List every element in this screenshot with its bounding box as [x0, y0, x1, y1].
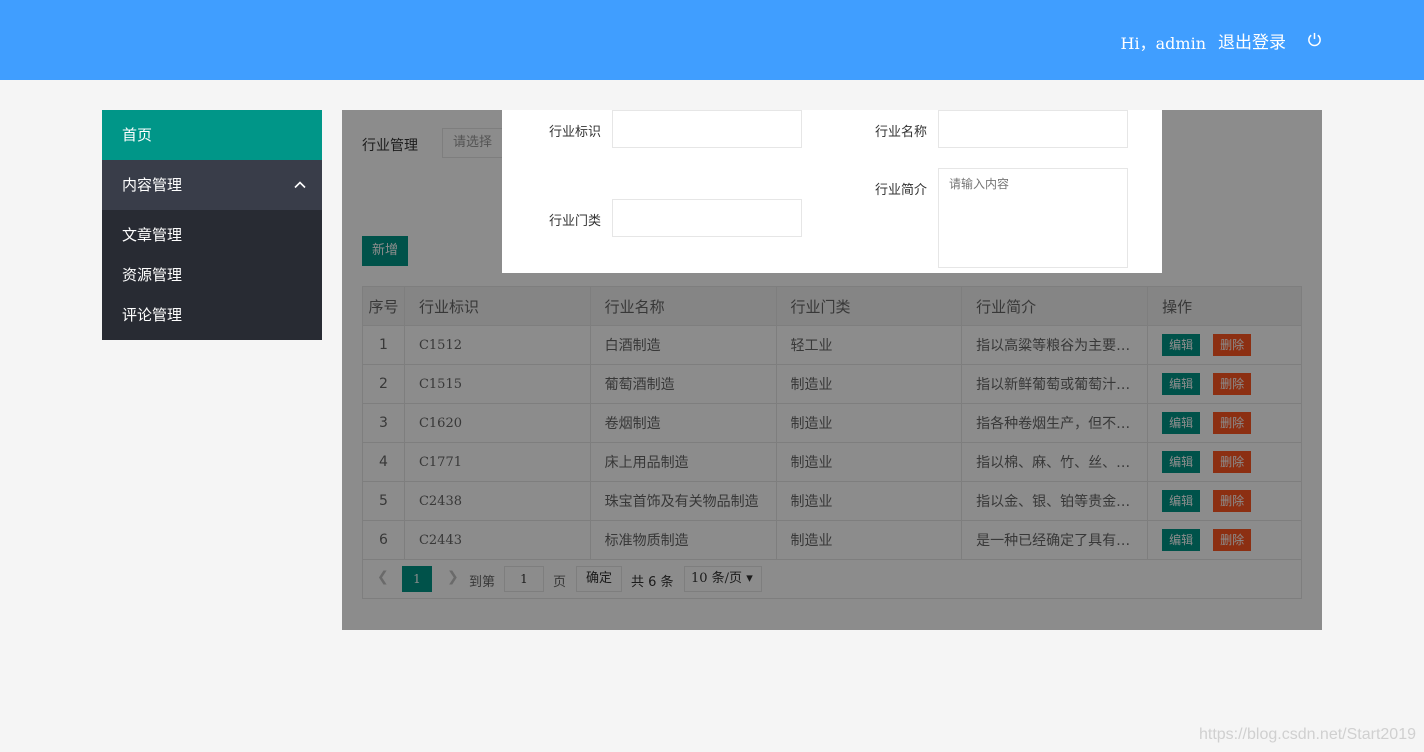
- nav-submenu: 文章管理 资源管理 评论管理: [102, 210, 322, 340]
- user-greeting: Hi，admin: [1120, 34, 1206, 53]
- nav-item-resources[interactable]: 资源管理: [102, 255, 322, 295]
- intro-textarea[interactable]: 请输入内容: [938, 168, 1128, 268]
- nav-item-articles[interactable]: 文章管理: [102, 215, 322, 255]
- logout-link[interactable]: 退出登录: [1218, 28, 1286, 53]
- code-label: 行业标识: [549, 125, 602, 140]
- category-input[interactable]: [612, 199, 802, 237]
- chevron-up-icon: [294, 181, 306, 189]
- watermark: https://blog.csdn.net/Start2019: [1198, 726, 1416, 743]
- sidebar: 首页 内容管理 文章管理 资源管理 评论管理: [102, 110, 322, 340]
- nav-group-content[interactable]: 内容管理: [102, 160, 322, 210]
- top-header: Hi，admin 退出登录: [0, 0, 1424, 80]
- name-label: 行业名称: [875, 125, 928, 140]
- name-input[interactable]: [938, 110, 1128, 148]
- intro-label: 行业简介: [875, 183, 928, 198]
- edit-industry-dialog: 行业标识 行业名称 行业门类 行业简介 请输入内容: [502, 110, 1162, 273]
- nav-item-comments[interactable]: 评论管理: [102, 295, 322, 335]
- nav-item-home[interactable]: 首页: [102, 110, 322, 160]
- nav-group-label: 内容管理: [122, 176, 183, 194]
- code-input[interactable]: [612, 110, 802, 148]
- category-label: 行业门类: [549, 214, 602, 229]
- power-icon[interactable]: [1307, 32, 1322, 47]
